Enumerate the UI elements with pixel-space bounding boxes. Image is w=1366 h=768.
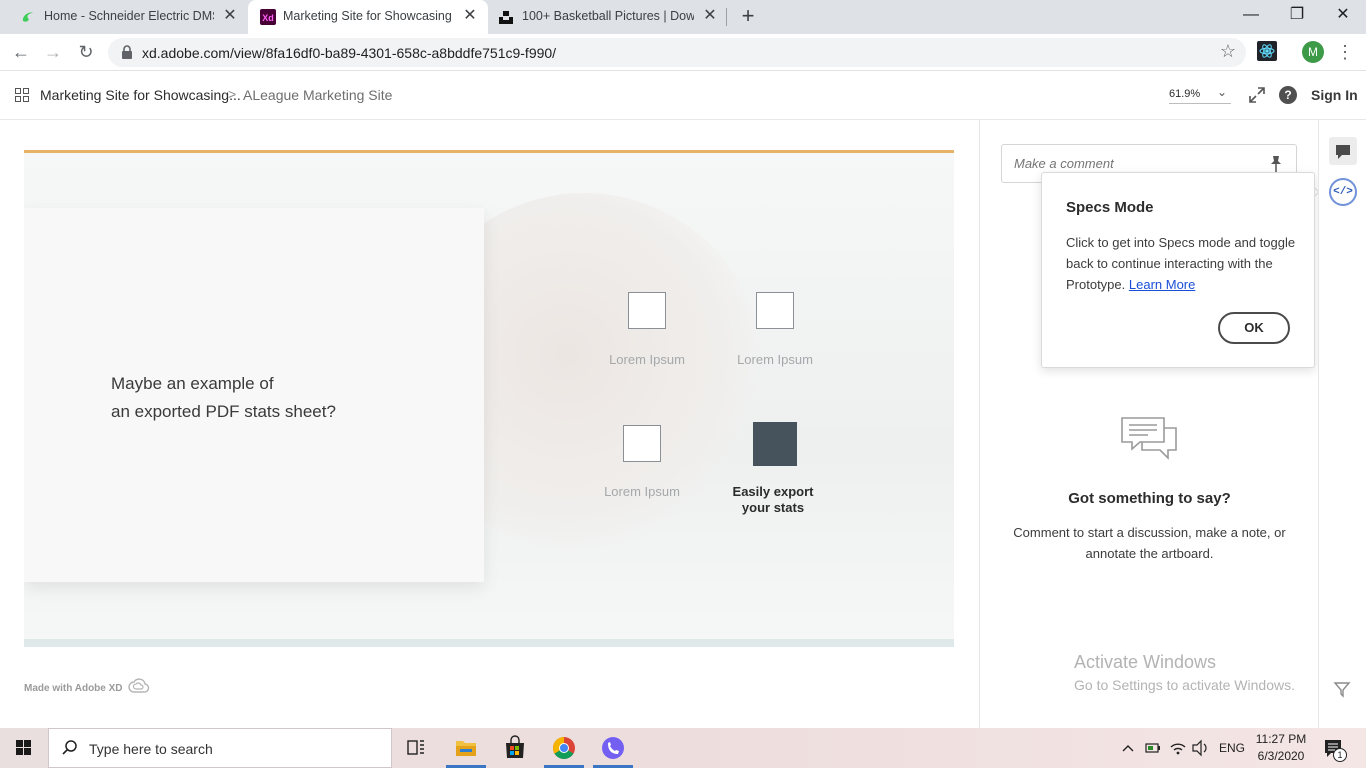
reload-button[interactable]: ↻ xyxy=(74,41,98,65)
battery-icon[interactable] xyxy=(1144,728,1162,768)
chrome-icon[interactable] xyxy=(544,732,584,764)
stats-card-line1: Maybe an example of xyxy=(111,374,274,393)
taskbar-search[interactable]: Type here to search xyxy=(48,728,392,768)
browser-menu-icon[interactable]: ⋮ xyxy=(1336,40,1354,64)
activate-windows-subtitle: Go to Settings to activate Windows. xyxy=(1074,677,1295,693)
sign-in-link[interactable]: Sign In xyxy=(1311,87,1358,103)
tab-schneider[interactable]: Home - Schneider Electric DMS ✕ xyxy=(0,0,248,34)
url-text[interactable]: xd.adobe.com/view/8fa16df0-ba89-4301-658… xyxy=(142,45,556,61)
artboard[interactable]: Maybe an example of an exported PDF stat… xyxy=(24,150,954,647)
windows-start-icon[interactable] xyxy=(0,728,48,768)
search-icon xyxy=(62,740,77,755)
creative-cloud-icon xyxy=(128,678,150,693)
feature-label: Lorem Ipsum xyxy=(609,352,685,367)
breadcrumb-artboard: ALeague Marketing Site xyxy=(243,87,393,103)
maximize-button[interactable]: ❐ xyxy=(1274,0,1320,34)
language-indicator[interactable]: ENG xyxy=(1219,728,1245,768)
file-explorer-icon[interactable] xyxy=(446,732,486,764)
help-icon[interactable]: ? xyxy=(1279,86,1297,104)
feature-label: Lorem Ipsum xyxy=(737,352,813,367)
chat-bubbles-icon xyxy=(1121,417,1177,460)
windows-taskbar: Type here to search ENG 11:27 PM 6/3/202… xyxy=(0,728,1366,768)
back-button[interactable]: ← xyxy=(9,41,33,65)
clock-time: 11:27 PM xyxy=(1255,732,1307,746)
browser-tab-strip: Home - Schneider Electric DMS ✕ Xd Marke… xyxy=(0,0,1366,34)
bookmark-star-icon[interactable]: ☆ xyxy=(1220,41,1236,62)
clock-date: 6/3/2020 xyxy=(1257,749,1305,763)
empty-comments-body: Comment to start a discussion, make a no… xyxy=(1013,525,1286,561)
tab-xd-marketing[interactable]: Xd Marketing Site for Showcasing th ✕ xyxy=(248,0,488,34)
notification-count-badge: 1 xyxy=(1333,748,1347,762)
svg-text:Xd: Xd xyxy=(262,13,274,23)
specs-popup-body: Click to get into Specs mode and toggle … xyxy=(1066,232,1302,295)
browser-toolbar: ← → ↻ xd.adobe.com/view/8fa16df0-ba89-43… xyxy=(0,34,1366,71)
ok-button[interactable]: OK xyxy=(1218,312,1290,344)
feature-label: Lorem Ipsum xyxy=(604,484,680,499)
microsoft-store-icon[interactable] xyxy=(495,732,535,764)
profile-avatar[interactable]: M xyxy=(1302,41,1324,63)
stats-card-line2: an exported PDF stats sheet? xyxy=(111,402,336,421)
viber-icon[interactable] xyxy=(593,732,633,764)
show-hidden-icons-icon[interactable] xyxy=(1120,728,1136,768)
activate-windows-title: Activate Windows xyxy=(1074,652,1217,672)
xd-header: Marketing Site for Showcasing... > ALeag… xyxy=(0,71,1366,120)
tab-basketball[interactable]: 100+ Basketball Pictures | Downl ✕ xyxy=(488,0,728,34)
stats-card: Maybe an example of an exported PDF stat… xyxy=(24,208,484,582)
feature-icon-box-filled xyxy=(753,422,797,466)
filter-icon[interactable] xyxy=(1333,680,1351,698)
react-devtools-extension-icon[interactable] xyxy=(1257,41,1277,61)
specs-mode-button[interactable]: </> xyxy=(1329,178,1357,206)
fullscreen-icon[interactable] xyxy=(1248,86,1266,104)
feature-icon-box xyxy=(628,292,666,329)
stats-card-text: Maybe an example of an exported PDF stat… xyxy=(111,370,336,426)
tab-separator xyxy=(726,8,727,26)
feature-label-line1: Easily export xyxy=(732,484,814,499)
close-tab-icon[interactable]: ✕ xyxy=(700,6,720,26)
feature-icon-box xyxy=(623,425,661,462)
schneider-favicon-icon xyxy=(22,12,33,22)
right-rail: </> xyxy=(1318,120,1366,728)
feature-label-export: Easily export your stats xyxy=(718,484,828,516)
grid-view-icon[interactable] xyxy=(15,88,29,102)
minimize-button[interactable]: — xyxy=(1228,0,1274,34)
system-clock[interactable]: 11:27 PM 6/3/2020 xyxy=(1252,731,1310,765)
specs-mode-popup: Specs Mode Click to get into Specs mode … xyxy=(1041,172,1315,368)
tab-title: 100+ Basketball Pictures | Downl xyxy=(522,9,694,23)
prototype-canvas: Maybe an example of an exported PDF stat… xyxy=(0,120,979,728)
zoom-value: 61.9% xyxy=(1169,88,1201,100)
breadcrumb-separator-icon: > xyxy=(228,86,237,102)
breadcrumb-project[interactable]: Marketing Site for Showcasing... xyxy=(40,87,241,103)
empty-comments-title: Got something to say? xyxy=(1068,490,1231,507)
forward-button[interactable]: → xyxy=(41,41,65,65)
lock-icon xyxy=(122,45,132,59)
tab-title: Home - Schneider Electric DMS xyxy=(44,9,214,23)
adobe-xd-favicon-icon: Xd xyxy=(260,9,276,25)
comments-toggle-button[interactable] xyxy=(1329,137,1357,165)
unsplash-favicon-icon xyxy=(499,11,513,24)
new-tab-button[interactable]: + xyxy=(736,5,760,29)
specs-popup-title: Specs Mode xyxy=(1066,199,1154,216)
close-tab-icon[interactable]: ✕ xyxy=(220,6,240,26)
learn-more-link[interactable]: Learn More xyxy=(1129,277,1195,292)
wifi-icon[interactable] xyxy=(1168,728,1188,768)
search-placeholder: Type here to search xyxy=(89,741,213,757)
zoom-select[interactable]: 61.9% ⌄ xyxy=(1169,85,1231,104)
comment-icon xyxy=(1336,145,1350,159)
artboard-footer-strip xyxy=(24,639,954,647)
volume-icon[interactable] xyxy=(1190,728,1210,768)
address-bar[interactable]: xd.adobe.com/view/8fa16df0-ba89-4301-658… xyxy=(108,38,1246,67)
pin-icon[interactable] xyxy=(1268,155,1284,173)
chevron-down-icon: ⌄ xyxy=(1216,85,1227,99)
made-with-xd-label: Made with Adobe XD xyxy=(24,683,123,694)
close-window-button[interactable]: ✕ xyxy=(1320,0,1366,34)
tab-title: Marketing Site for Showcasing th xyxy=(283,9,454,23)
close-tab-icon[interactable]: ✕ xyxy=(460,6,480,26)
task-view-icon[interactable] xyxy=(396,732,436,764)
feature-icon-box xyxy=(756,292,794,329)
feature-label-line2: your stats xyxy=(741,500,805,515)
